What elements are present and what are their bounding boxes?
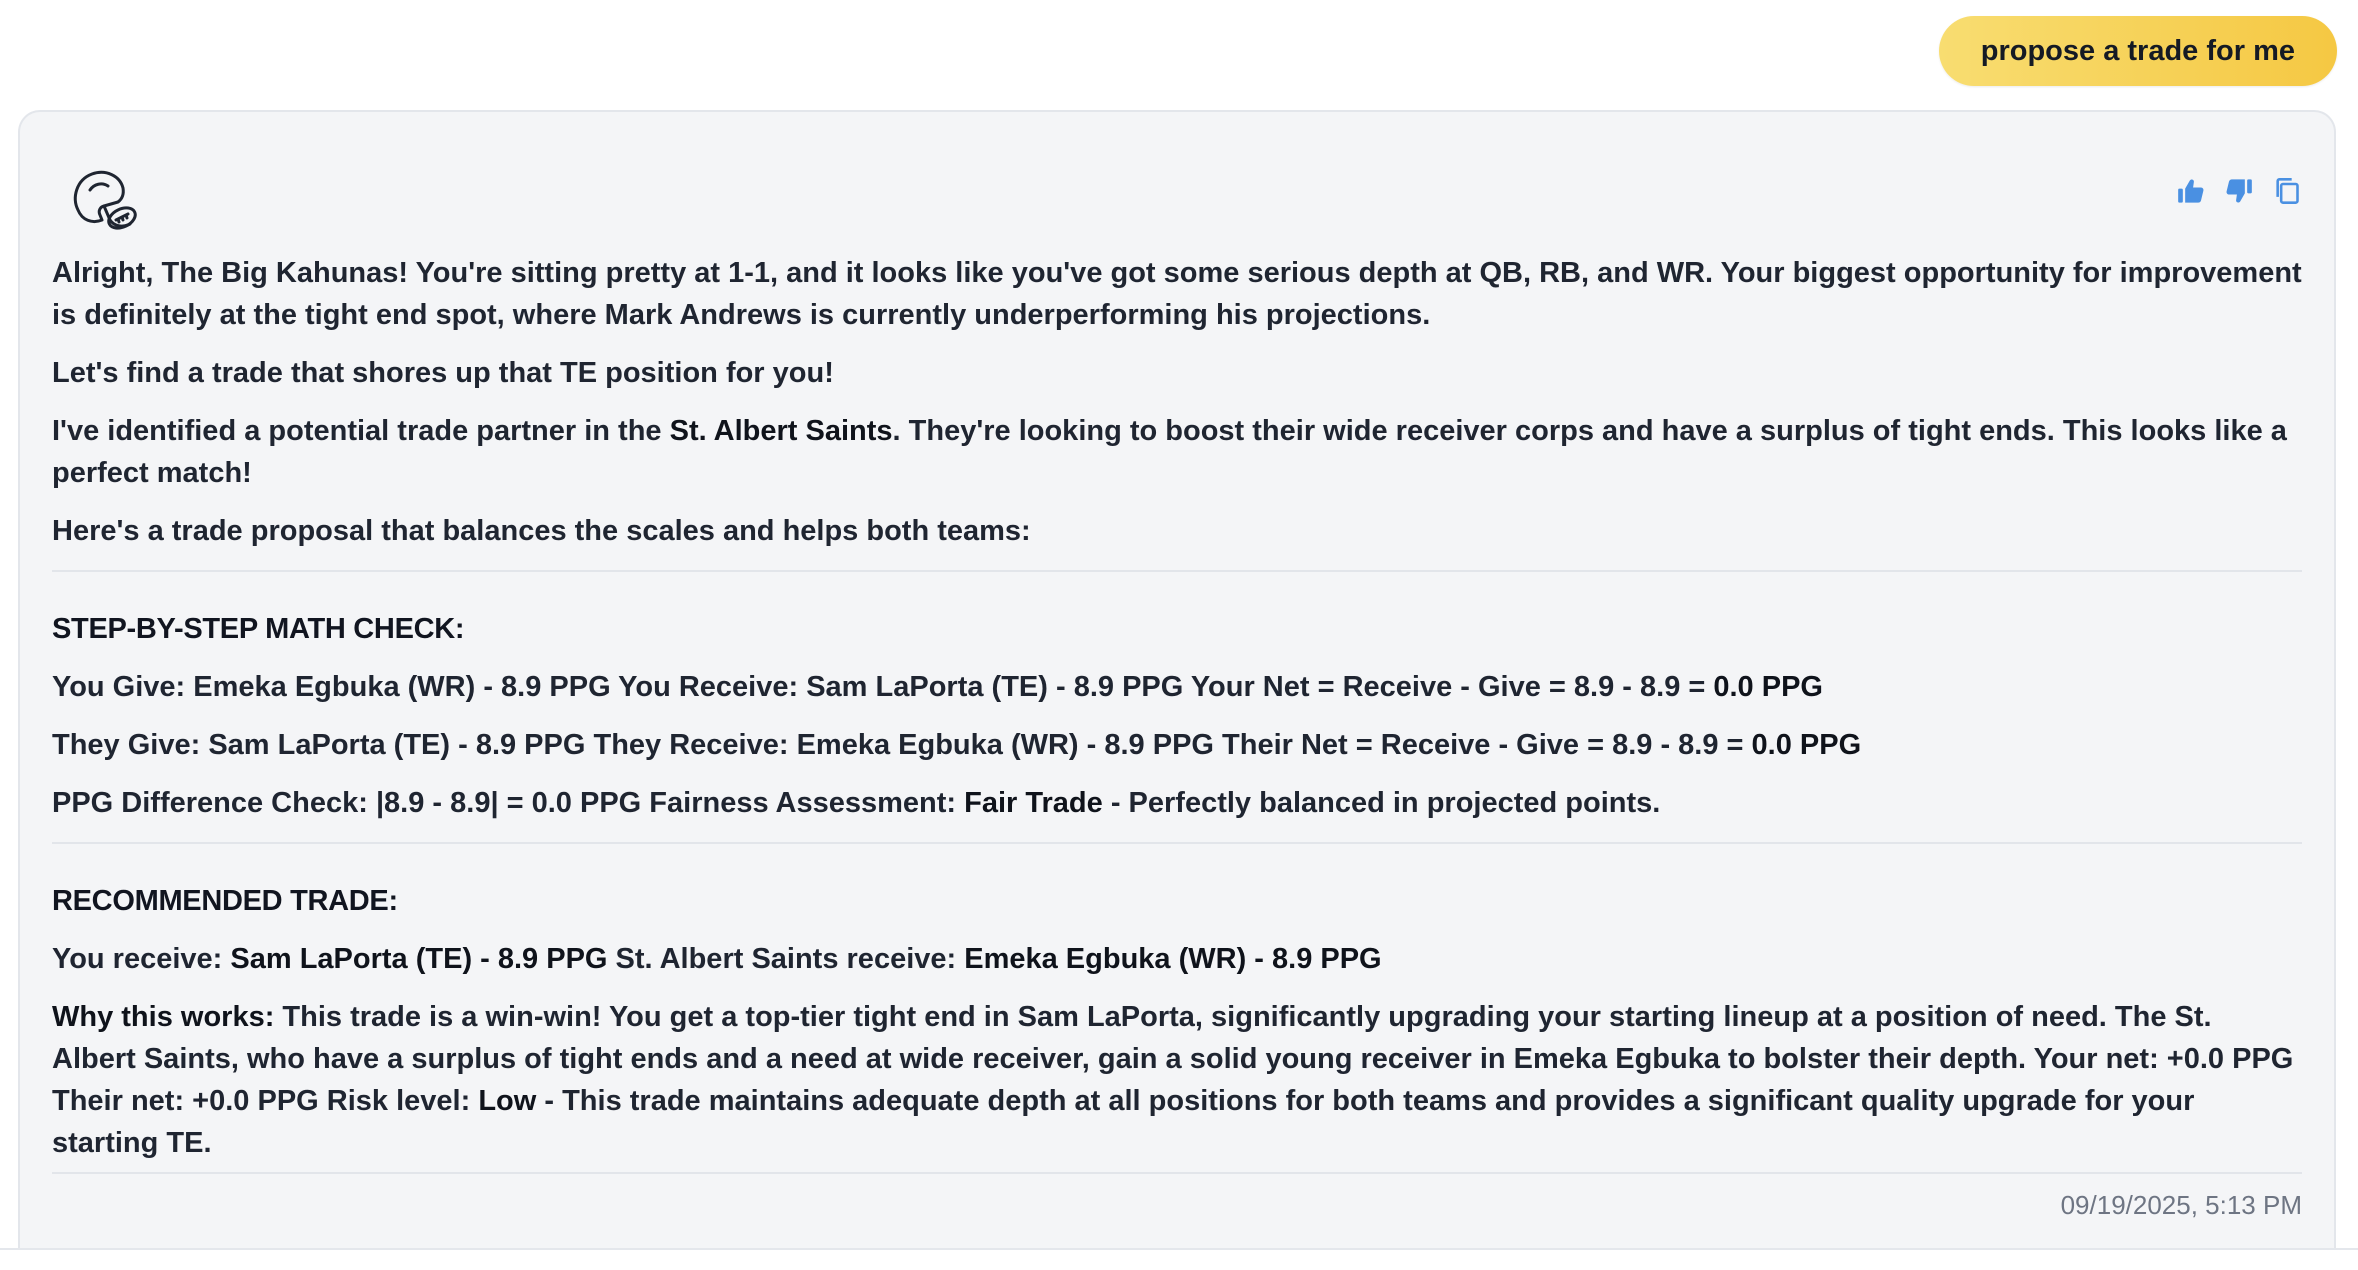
lets-find-paragraph: Let's find a trade that shores up that T… <box>52 357 834 389</box>
intro-paragraph: Alright, The Big Kahunas! You're sitting… <box>52 257 2302 331</box>
math-check-heading: STEP-BY-STEP MATH CHECK: <box>52 613 465 645</box>
they-give-text: They Give: Sam LaPorta (TE) - 8.9 PPG Th… <box>52 729 1752 761</box>
user-message-bubble: propose a trade for me <box>1938 16 2337 86</box>
user-message-text: propose a trade for me <box>1980 34 2295 67</box>
risk-level-value: Low <box>478 1085 537 1117</box>
partner-pre-text: I've identified a potential trade partne… <box>52 415 670 447</box>
you-give-text: You Give: Emeka Egbuka (WR) - 8.9 PPG Yo… <box>52 671 1714 703</box>
recommended-trade-heading: RECOMMENDED TRADE: <box>52 885 398 917</box>
message-timestamp: 09/19/2025, 5:13 PM <box>2060 1190 2302 1220</box>
message-actions <box>2176 176 2302 206</box>
thumbs-down-icon[interactable] <box>2224 176 2254 206</box>
they-receive-label: St. Albert Saints receive: <box>607 943 965 975</box>
fairness-verdict: Fair Trade <box>964 787 1103 819</box>
assistant-message-body: Alright, The Big Kahunas! You're sitting… <box>52 252 2302 1210</box>
you-give-line: You Give: Emeka Egbuka (WR) - 8.9 PPG Yo… <box>52 666 2302 708</box>
you-net-value: 0.0 PPG <box>1713 671 1823 703</box>
thumbs-up-icon[interactable] <box>2176 176 2206 206</box>
section-divider <box>52 842 2302 844</box>
diff-post-text: - Perfectly balanced in projected points… <box>1102 787 1661 819</box>
they-give-line: They Give: Sam LaPorta (TE) - 8.9 PPG Th… <box>52 724 2302 766</box>
partner-paragraph: I've identified a potential trade partne… <box>52 410 2302 494</box>
partner-team-name: St. Albert Saints <box>669 415 893 447</box>
chat-page: propose a trade for me Alright, The Big … <box>0 0 2358 1270</box>
their-net-value: 0.0 PPG <box>1751 729 1862 761</box>
bottom-divider <box>0 1248 2358 1250</box>
copy-icon[interactable] <box>2272 176 2302 206</box>
why-this-works-paragraph: Why this works: This trade is a win-win!… <box>52 996 2302 1164</box>
section-divider <box>52 570 2302 572</box>
section-divider <box>52 1172 2302 1174</box>
they-receive-value: Emeka Egbuka (WR) - 8.9 PPG <box>964 943 1382 975</box>
recommended-trade-line: You receive: Sam LaPorta (TE) - 8.9 PPG … <box>52 938 2302 980</box>
why-label: Why this works: <box>52 1001 275 1033</box>
you-receive-value: Sam LaPorta (TE) - 8.9 PPG <box>230 943 608 975</box>
proposal-lead-paragraph: Here's a trade proposal that balances th… <box>52 515 1031 547</box>
assistant-message-card: Alright, The Big Kahunas! You're sitting… <box>18 110 2336 1250</box>
football-helmet-icon <box>60 158 144 242</box>
diff-text: PPG Difference Check: |8.9 - 8.9| = 0.0 … <box>52 787 965 819</box>
ppg-difference-line: PPG Difference Check: |8.9 - 8.9| = 0.0 … <box>52 782 2302 824</box>
you-receive-label: You receive: <box>52 943 231 975</box>
